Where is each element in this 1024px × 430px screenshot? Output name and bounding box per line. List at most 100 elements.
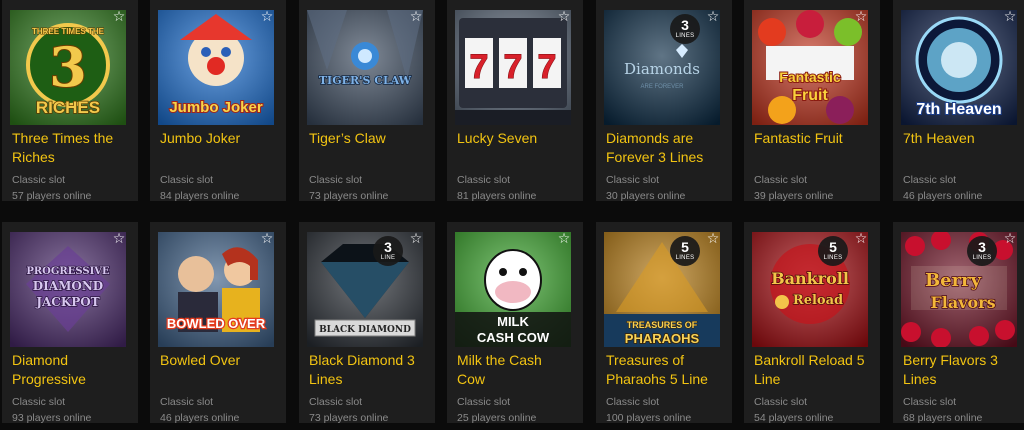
game-category: Classic slot [457,174,511,186]
game-category: Classic slot [12,396,66,408]
game-card[interactable]: 7 7 7 ☆ Lucky Seven Classic slot 81 players on… [447,0,583,202]
game-card[interactable]: BLACK DIAMOND 3 LINE ☆ Black Diamond 3 Lines… [299,222,435,424]
game-title[interactable]: Lucky Seven [457,129,573,148]
players-online: 39 players online [754,190,834,202]
game-artwork: Bankroll Reload [752,232,868,347]
svg-text:RICHES: RICHES [36,98,100,117]
game-artwork: 777 [455,10,571,125]
svg-text:Jumbo Joker: Jumbo Joker [169,99,263,116]
game-artwork: Jumbo Joker [158,10,274,125]
game-artwork: PROGRESSIVE DIAMOND JACKPOT [10,232,126,347]
svg-text:DIAMOND: DIAMOND [33,279,103,293]
svg-text:PHARAOHS: PHARAOHS [625,331,700,346]
players-online: 25 players online [457,412,537,424]
game-title[interactable]: Berry Flavors 3 Lines [903,351,1019,389]
game-card[interactable]: TIGER'S CLAW ☆ Tiger’s Claw Classic slot 73 … [299,0,435,202]
game-thumbnail[interactable]: TREASURES OF PHARAOHS [604,232,720,347]
game-thumbnail[interactable]: Jumbo Joker [158,10,274,125]
game-thumbnail[interactable]: BOWLED OVER [158,232,274,347]
game-card[interactable]: BOWLED OVER ☆ Bowled Over Classic slot 46 pl… [150,222,286,424]
lines-badge: 5 LINES [670,236,700,266]
game-title[interactable]: Tiger’s Claw [309,129,425,148]
game-card[interactable]: Diamonds ARE FOREVER 3 LINES ☆ Diamonds are F… [596,0,732,202]
svg-text:7: 7 [470,48,489,86]
game-card[interactable]: Jumbo Joker ☆ Jumbo Joker Classic slot 84 pl… [150,0,286,202]
game-category: Classic slot [754,174,808,186]
players-online: 46 players online [903,190,983,202]
players-online: 54 players online [754,412,834,424]
game-artwork: MILKCASH COW [455,232,571,347]
svg-text:BLACK DIAMOND: BLACK DIAMOND [319,325,411,335]
game-thumbnail[interactable]: BLACK DIAMOND [307,232,423,347]
favorite-star-icon[interactable]: ☆ [557,10,571,24]
game-card[interactable]: Bankroll Reload 5 LINES ☆ Bankroll Reload 5 L… [744,222,880,424]
game-title[interactable]: Black Diamond 3 Lines [309,351,425,389]
favorite-star-icon[interactable]: ☆ [854,10,868,24]
game-thumbnail[interactable]: THREE TIMES THE 3 RICHES [10,10,126,125]
players-online: 68 players online [903,412,983,424]
game-category: Classic slot [309,174,363,186]
game-card[interactable]: THREE TIMES THE 3 RICHES ☆ Three Times the R… [2,0,138,202]
game-thumbnail[interactable]: 7th Heaven [901,10,1017,125]
game-title[interactable]: Jumbo Joker [160,129,276,148]
game-thumbnail[interactable]: Berry Flavors [901,232,1017,347]
favorite-star-icon[interactable]: ☆ [260,10,274,24]
game-title[interactable]: Bankroll Reload 5 Line [754,351,870,389]
favorite-star-icon[interactable]: ☆ [557,232,571,246]
game-card[interactable]: Berry Flavors 3 LINES ☆ Berry Flavors 3 Lines… [893,222,1024,424]
game-thumbnail[interactable]: Fantastic Fruit [752,10,868,125]
game-card[interactable]: MILK CASH COW ☆ Milk the Cash Cow Classic sl… [447,222,583,424]
lines-badge: 3 LINES [967,236,997,266]
svg-text:Bankroll: Bankroll [771,269,849,288]
svg-text:BOWLED OVER: BOWLED OVER [167,316,266,331]
game-title[interactable]: Three Times the Riches [12,129,128,167]
game-category: Classic slot [606,396,660,408]
svg-text:7: 7 [504,48,523,86]
svg-text:Berry: Berry [925,270,982,291]
favorite-star-icon[interactable]: ☆ [1003,232,1017,246]
lines-badge: 5 LINES [818,236,848,266]
svg-text:Fantastic: Fantastic [779,69,841,85]
game-card[interactable]: TREASURES OF PHARAOHS 5 LINES ☆ Treasures of … [596,222,732,424]
players-online: 73 players online [309,190,389,202]
game-card[interactable]: Fantastic Fruit ☆ Fantastic Fruit Classic sl… [744,0,880,202]
svg-text:PROGRESSIVE: PROGRESSIVE [26,266,110,277]
svg-text:Diamonds: Diamonds [624,60,700,78]
lines-badge-number: 3 [978,239,986,255]
game-title[interactable]: Diamonds are Forever 3 Lines [606,129,722,167]
game-thumbnail[interactable]: Bankroll Reload [752,232,868,347]
game-card[interactable]: PROGRESSIVE DIAMOND JACKPOT ☆ Diamond Progre… [2,222,138,424]
favorite-star-icon[interactable]: ☆ [409,232,423,246]
svg-text:7th Heaven: 7th Heaven [916,101,1001,118]
game-artwork: Diamonds ARE FOREVER [604,10,720,125]
svg-text:3: 3 [49,35,87,99]
favorite-star-icon[interactable]: ☆ [854,232,868,246]
players-online: 93 players online [12,412,92,424]
players-online: 46 players online [160,412,240,424]
game-title[interactable]: 7th Heaven [903,129,1019,148]
game-title[interactable]: Diamond Progressive [12,351,128,389]
game-artwork: Fantastic Fruit [752,10,868,125]
game-card[interactable]: 7th Heaven ☆ 7th Heaven Classic slot 46 play… [893,0,1024,202]
game-category: Classic slot [457,396,511,408]
favorite-star-icon[interactable]: ☆ [706,10,720,24]
favorite-star-icon[interactable]: ☆ [1003,10,1017,24]
game-title[interactable]: Treasures of Pharaohs 5 Line [606,351,722,389]
game-thumbnail[interactable]: TIGER'S CLAW [307,10,423,125]
favorite-star-icon[interactable]: ☆ [260,232,274,246]
favorite-star-icon[interactable]: ☆ [706,232,720,246]
game-title[interactable]: Milk the Cash Cow [457,351,573,389]
favorite-star-icon[interactable]: ☆ [112,10,126,24]
game-thumbnail[interactable]: MILK CASH COW [455,232,571,347]
svg-text:TREASURES OF: TREASURES OF [627,320,698,330]
game-thumbnail[interactable]: Diamonds ARE FOREVER [604,10,720,125]
game-title[interactable]: Fantastic Fruit [754,129,870,148]
game-thumbnail[interactable]: PROGRESSIVE DIAMOND JACKPOT [10,232,126,347]
favorite-star-icon[interactable]: ☆ [112,232,126,246]
game-artwork: Berry Flavors [901,232,1017,347]
svg-text:Reload: Reload [793,293,843,308]
game-title[interactable]: Bowled Over [160,351,276,370]
game-thumbnail[interactable]: 777 [455,10,571,125]
favorite-star-icon[interactable]: ☆ [409,10,423,24]
lines-badge-label: LINES [823,255,843,261]
